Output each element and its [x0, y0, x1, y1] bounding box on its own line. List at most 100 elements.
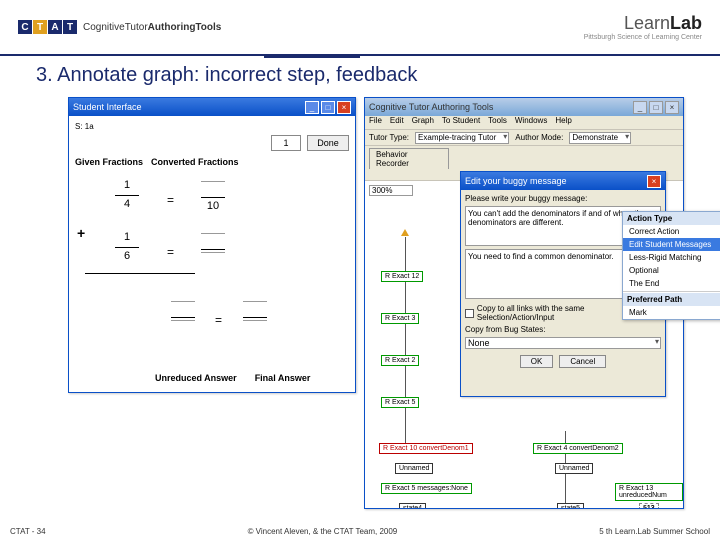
ctat-logo: C T A T CognitiveTutorAuthoringTools [18, 20, 221, 34]
equals-2: = [167, 245, 174, 259]
done-button[interactable]: Done [307, 135, 349, 151]
ctx-optional[interactable]: Optional [623, 264, 720, 277]
slide-footer: CTAT - 34 © Vincent Aleven, & the CTAT T… [0, 527, 720, 536]
start-node-icon [401, 229, 409, 236]
graph-edge [405, 237, 406, 447]
ctx-header-action-type: Action Type [623, 212, 720, 225]
footer-center: © Vincent Aleven, & the CTAT Team, 2009 [248, 527, 398, 536]
learnlab-logo: LearnLab Pittsburgh Science of Learning … [584, 13, 702, 41]
state-node[interactable]: Unnamed [395, 463, 433, 474]
edge-label[interactable]: R Exact 2 [381, 355, 419, 366]
tutor-type-dropdown[interactable]: Example-tracing Tutor [415, 132, 509, 144]
slide-title: 3. Annotate graph: incorrect step, feedb… [0, 56, 720, 93]
close-button[interactable]: × [337, 101, 351, 114]
state-node-b13[interactable]: §13 [639, 503, 659, 508]
edge-label[interactable]: R Exact 5 [381, 397, 419, 408]
menu-help[interactable]: Help [555, 116, 571, 129]
student-interface-window: Student Interface _ □ × S: 1a 1 Done Giv… [68, 97, 356, 393]
step-number-box[interactable]: 1 [271, 135, 301, 151]
cancel-button[interactable]: Cancel [559, 355, 606, 368]
ctat-label-light: CognitiveTutor [83, 22, 148, 33]
authoring-title: Cognitive Tutor Authoring Tools [369, 102, 493, 112]
behavior-recorder-tab[interactable]: Behavior Recorder [369, 148, 449, 169]
edge-label[interactable]: R Exact 5 messages:None [381, 483, 472, 494]
ctat-logo-c: C [18, 20, 32, 34]
slide-header: C T A T CognitiveTutorAuthoringTools Lea… [0, 0, 720, 56]
given-den-2: 6 [115, 250, 139, 264]
converted-fractions-label: Converted Fractions [151, 157, 239, 167]
unreduced-answer[interactable] [171, 299, 195, 334]
action-type-context-menu[interactable]: Action Type Correct Action Edit Student … [622, 211, 720, 320]
authoring-titlebar[interactable]: Cognitive Tutor Authoring Tools _ □ × [365, 98, 683, 116]
final-label: Final Answer [255, 373, 311, 383]
edge-label[interactable]: R Exact 13 unreducedNum [615, 483, 683, 501]
ctx-the-end[interactable]: The End [623, 277, 720, 290]
menu-tools[interactable]: Tools [488, 116, 507, 129]
minimize-button[interactable]: _ [633, 101, 647, 114]
menu-tostudent[interactable]: To Student [442, 116, 480, 129]
ctat-logo-t: T [33, 20, 47, 34]
maximize-button[interactable]: □ [321, 101, 335, 114]
equals-1: = [167, 193, 174, 207]
copy-from-label: Copy from Bug States: [465, 325, 661, 334]
ctat-label-bold: AuthoringTools [148, 22, 222, 33]
ctx-correct-action[interactable]: Correct Action [623, 225, 720, 238]
ctx-mark[interactable]: Mark [623, 306, 720, 319]
menu-graph[interactable]: Graph [412, 116, 434, 129]
edge-label-buggy[interactable]: R Exact 10 convertDenom1 [379, 443, 473, 454]
converted-fraction-2[interactable] [201, 231, 225, 266]
given-fraction-2: 1 6 [115, 231, 139, 264]
menu-file[interactable]: File [369, 116, 382, 129]
equals-3: = [215, 313, 222, 327]
state-node[interactable]: state5 [557, 503, 584, 508]
buggy-titlebar[interactable]: Edit your buggy message × [461, 172, 665, 190]
student-interface-title: Student Interface [73, 102, 142, 112]
final-answer[interactable] [243, 299, 267, 334]
state-node[interactable]: state4 [399, 503, 426, 508]
ok-button[interactable]: OK [520, 355, 554, 368]
buggy-title: Edit your buggy message [465, 176, 567, 186]
author-mode-dropdown[interactable]: Demonstrate [569, 132, 631, 144]
header-underline-segment [264, 56, 360, 58]
maximize-button[interactable]: □ [649, 101, 663, 114]
given-fraction-1: 1 4 [115, 179, 139, 212]
footer-left: CTAT - 34 [10, 527, 46, 536]
edge-label[interactable]: R Exact 4 convertDenom2 [533, 443, 623, 454]
close-button[interactable]: × [647, 175, 661, 188]
student-interface-titlebar[interactable]: Student Interface _ □ × [69, 98, 355, 116]
edge-label[interactable]: R Exact 3 [381, 313, 419, 324]
minimize-button[interactable]: _ [305, 101, 319, 114]
student-section-label: S: 1a [75, 122, 349, 131]
zoom-level[interactable]: 300% [369, 185, 413, 196]
ctat-logo-a: A [48, 20, 62, 34]
ctat-logo-t2: T [63, 20, 77, 34]
ctx-edit-messages[interactable]: Edit Student Messages [623, 238, 720, 251]
buggy-message-label: Please write your buggy message: [465, 194, 661, 203]
converted-den-1: 10 [201, 200, 225, 214]
ctat-logo-boxes: C T A T [18, 20, 77, 34]
given-fractions-label: Given Fractions [75, 157, 143, 167]
learnlab-subtitle: Pittsburgh Science of Learning Center [584, 34, 702, 41]
converted-fraction-1[interactable]: 10 [201, 179, 225, 214]
menu-windows[interactable]: Windows [515, 116, 547, 129]
unreduced-label: Unreduced Answer [155, 373, 237, 383]
menu-edit[interactable]: Edit [390, 116, 404, 129]
copy-from-dropdown[interactable]: None [465, 337, 661, 349]
given-num-1: 1 [115, 179, 139, 193]
tutor-type-label: Tutor Type: [369, 133, 409, 142]
given-den-1: 4 [115, 198, 139, 212]
learnlab-bold: Lab [670, 13, 702, 33]
copy-all-links-checkbox[interactable] [465, 309, 474, 318]
close-button[interactable]: × [665, 101, 679, 114]
menu-bar[interactable]: File Edit Graph To Student Tools Windows… [365, 116, 683, 130]
learnlab-light: Learn [624, 13, 670, 33]
footer-right: 5 th Learn.Lab Summer School [599, 527, 710, 536]
state-node[interactable]: Unnamed [555, 463, 593, 474]
given-num-2: 1 [115, 231, 139, 245]
ctx-header-preferred: Preferred Path [623, 293, 720, 306]
ctx-less-rigid[interactable]: Less-Rigid Matching [623, 251, 720, 264]
edge-label[interactable]: R Exact 12 [381, 271, 423, 282]
plus-sign: + [77, 225, 85, 241]
author-mode-label: Author Mode: [515, 133, 563, 142]
toolbar: Tutor Type: Example-tracing Tutor Author… [365, 130, 683, 146]
